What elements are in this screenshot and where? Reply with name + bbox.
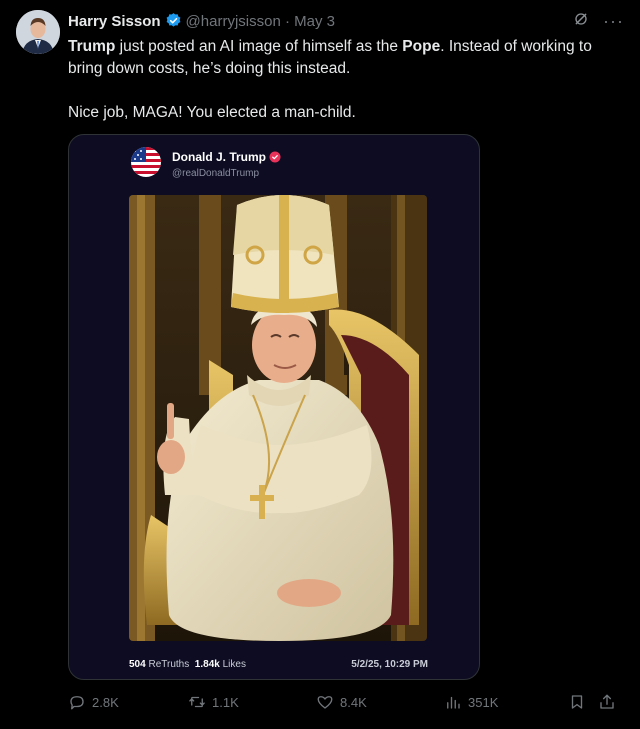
- repost-count: 1.1K: [212, 694, 239, 710]
- pope-portrait-image: [129, 195, 427, 641]
- tweet: Harry Sisson @harryjsisson · May 3 ··· Tr…: [0, 0, 640, 729]
- share-icon: [598, 693, 616, 711]
- tweet-paragraph-1: Trump just posted an AI image of himself…: [68, 38, 592, 77]
- bookmark-button[interactable]: [568, 693, 586, 711]
- views-icon: [444, 693, 462, 711]
- like-button[interactable]: 8.4K: [316, 693, 367, 711]
- views-count: 351K: [468, 694, 499, 710]
- retruths-label: ReTruths: [148, 659, 190, 670]
- embed-verified-icon: [269, 151, 281, 166]
- embed-stats: 504 ReTruths 1.84k Likes: [129, 659, 246, 670]
- tweet-header: Harry Sisson @harryjsisson · May 3 ···: [68, 12, 624, 34]
- retruths-count: 504: [129, 659, 146, 670]
- tweet-date[interactable]: May 3: [294, 13, 335, 30]
- tweet-text: Trump just posted an AI image of himself…: [68, 36, 620, 124]
- embedded-post-image[interactable]: Donald J. Trump @realDonaldTrump 504 ReT…: [68, 134, 480, 680]
- like-icon: [316, 693, 334, 711]
- author-avatar[interactable]: [16, 10, 60, 54]
- author-name[interactable]: Harry Sisson: [68, 13, 161, 30]
- embed-author-handle: @realDonaldTrump: [172, 168, 260, 179]
- grok-icon[interactable]: [573, 11, 589, 31]
- more-icon[interactable]: ···: [603, 12, 624, 30]
- repost-icon: [188, 693, 206, 711]
- tweet-paragraph-2: Nice job, MAGA! You elected a man-child.: [68, 104, 356, 121]
- embed-avatar: [131, 147, 161, 177]
- verified-badge-icon: [165, 12, 182, 33]
- views-button[interactable]: 351K: [444, 693, 498, 711]
- action-bar: 2.8K 1.1K 8.4K 351K: [68, 693, 624, 715]
- reply-icon: [68, 693, 86, 711]
- share-button[interactable]: [598, 693, 616, 711]
- like-count: 8.4K: [340, 694, 367, 710]
- author-handle[interactable]: @harryjsisson: [186, 13, 281, 30]
- reply-count: 2.8K: [92, 694, 119, 710]
- likes-label: Likes: [222, 659, 246, 670]
- embed-timestamp: 5/2/25, 10:29 PM: [351, 659, 428, 670]
- embed-author-name: Donald J. Trump: [172, 150, 281, 166]
- bookmark-icon: [568, 693, 586, 711]
- separator-dot: ·: [284, 13, 290, 30]
- likes-count: 1.84k: [194, 659, 220, 670]
- repost-button[interactable]: 1.1K: [188, 693, 239, 711]
- reply-button[interactable]: 2.8K: [68, 693, 119, 711]
